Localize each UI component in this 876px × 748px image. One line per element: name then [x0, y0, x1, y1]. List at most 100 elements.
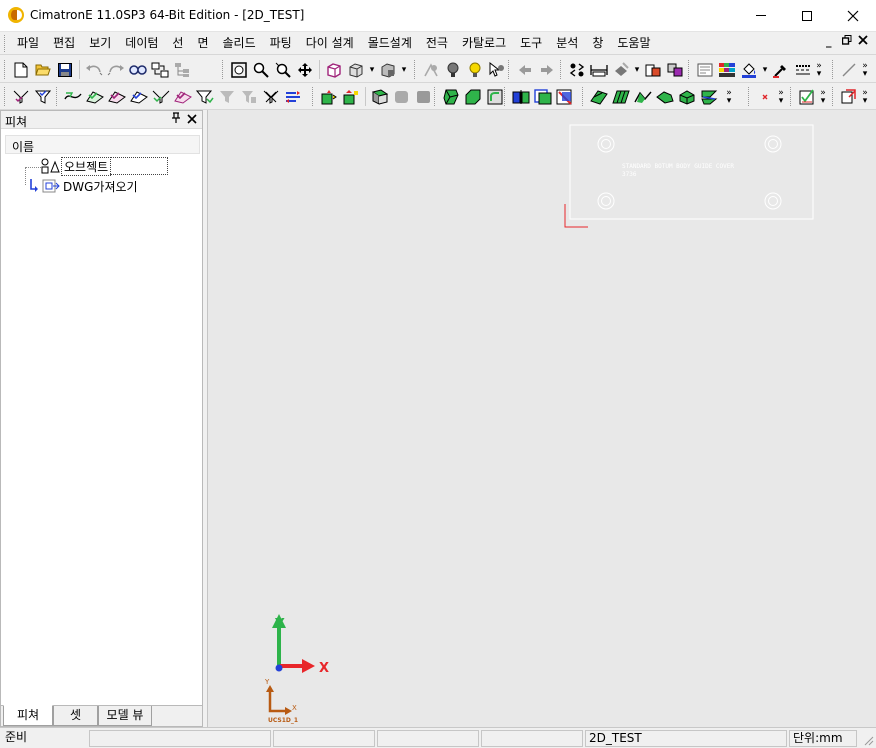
catalog-button[interactable]	[642, 59, 664, 81]
shell-button[interactable]	[391, 86, 413, 108]
properties-button[interactable]	[694, 59, 716, 81]
tree-item-dwg-import[interactable]: DWG가져오기	[29, 177, 140, 195]
tab-sets[interactable]: 셋	[53, 706, 98, 726]
export-button[interactable]	[838, 86, 860, 108]
hide-show-button[interactable]	[420, 59, 442, 81]
toolbar-overflow[interactable]: » ▾	[776, 88, 786, 105]
redo-button[interactable]	[105, 59, 127, 81]
parting-surface-button[interactable]	[588, 86, 610, 108]
tree-button[interactable]	[171, 59, 193, 81]
menu-die-design[interactable]: 다이 설계	[299, 32, 361, 55]
boolean-button[interactable]	[532, 86, 554, 108]
menu-grip[interactable]	[4, 35, 7, 52]
filter-active-button[interactable]	[172, 86, 194, 108]
tab-features[interactable]: 피쳐	[3, 705, 53, 726]
sweep-button[interactable]	[654, 86, 676, 108]
close-button[interactable]	[830, 0, 876, 31]
undo-button[interactable]	[83, 59, 105, 81]
menu-parting[interactable]: 파팅	[263, 32, 299, 55]
pan-button[interactable]	[294, 59, 316, 81]
open-file-button[interactable]	[32, 59, 54, 81]
find-button[interactable]	[127, 59, 149, 81]
toolbar-overflow[interactable]: » ▾	[860, 61, 870, 78]
dropdown-arrow[interactable]: ▾	[632, 65, 642, 74]
zoom-window-button[interactable]	[250, 59, 272, 81]
maximize-button[interactable]	[784, 0, 830, 31]
mdi-restore-button[interactable]	[842, 35, 852, 45]
boundary-button[interactable]	[676, 86, 698, 108]
filter-unlock-button[interactable]	[260, 86, 282, 108]
parting-split-button[interactable]	[698, 86, 720, 108]
draft-button[interactable]	[413, 86, 435, 108]
mdi-close-button[interactable]	[858, 35, 868, 45]
zoom-all-button[interactable]	[228, 59, 250, 81]
column-header-name[interactable]: 이름	[5, 135, 200, 154]
filter-disabled-1-button[interactable]	[216, 86, 238, 108]
split-button[interactable]	[510, 86, 532, 108]
panel-close-button[interactable]	[187, 111, 197, 124]
toolbar-overflow[interactable]: » ▾	[818, 88, 828, 105]
line-style-button[interactable]	[792, 59, 814, 81]
fillet-button[interactable]	[484, 86, 506, 108]
filter-points-button[interactable]	[128, 86, 150, 108]
back-button[interactable]	[514, 59, 536, 81]
ucs-marker[interactable]: Y X UCS1D_1	[264, 678, 298, 724]
new-file-button[interactable]	[10, 59, 32, 81]
toolbar-overflow[interactable]: » ▾	[814, 61, 824, 78]
pick-color-button[interactable]	[770, 59, 792, 81]
assembly-button[interactable]	[664, 59, 686, 81]
select-light-button[interactable]	[486, 59, 508, 81]
dropdown-arrow[interactable]: ▾	[399, 65, 409, 74]
menu-mold-design[interactable]: 몰드설계	[361, 32, 419, 55]
menu-datum[interactable]: 데이텀	[118, 32, 165, 55]
hole-top-left[interactable]	[597, 135, 615, 153]
tab-model-view[interactable]: 모델 뷰	[98, 706, 152, 726]
minimize-button[interactable]	[738, 0, 784, 31]
menu-window[interactable]: 창	[585, 32, 610, 55]
loft-button[interactable]	[632, 86, 654, 108]
menu-curve[interactable]: 선	[165, 32, 190, 55]
fill-color-button[interactable]	[738, 59, 760, 81]
save-button[interactable]	[54, 59, 76, 81]
hole-bottom-left[interactable]	[597, 192, 615, 210]
hole-top-right[interactable]	[764, 135, 782, 153]
pick-filter-button[interactable]	[10, 86, 32, 108]
filter-disabled-2-button[interactable]	[238, 86, 260, 108]
sketcher-button[interactable]	[838, 59, 860, 81]
menu-surface[interactable]: 면	[190, 32, 215, 55]
menu-electrode[interactable]: 전극	[419, 32, 455, 55]
forward-button[interactable]	[536, 59, 558, 81]
menu-edit[interactable]: 편집	[46, 32, 82, 55]
zoom-dynamic-button[interactable]	[272, 59, 294, 81]
filter-list-button[interactable]	[282, 86, 304, 108]
cut-solid-button[interactable]	[554, 86, 576, 108]
dropdown-arrow[interactable]: ▾	[760, 65, 770, 74]
light-bulb-on-button[interactable]	[464, 59, 486, 81]
ruled-surface-button[interactable]	[610, 86, 632, 108]
menu-analysis[interactable]: 분석	[549, 32, 585, 55]
draft-analysis-button[interactable]	[796, 86, 818, 108]
measure-button[interactable]	[588, 59, 610, 81]
menu-tools[interactable]: 도구	[513, 32, 549, 55]
filter-reset-button[interactable]	[32, 86, 54, 108]
blend-button[interactable]	[440, 86, 462, 108]
pin-icon[interactable]	[171, 112, 181, 124]
extrude-button[interactable]	[340, 86, 362, 108]
mdi-minimize-button[interactable]: _	[826, 35, 832, 48]
point-button[interactable]	[754, 86, 776, 108]
menu-view[interactable]: 보기	[82, 32, 118, 55]
tree-item-objects[interactable]: 오브젝트	[41, 156, 169, 176]
hole-bottom-right[interactable]	[764, 192, 782, 210]
graphics-viewport[interactable]: STANDARD BOTUM BODY GUIDE COVER 3736 Y X…	[207, 110, 876, 727]
filter-sets-button[interactable]	[150, 86, 172, 108]
color-palette-button[interactable]	[716, 59, 738, 81]
toolbar-overflow[interactable]: » ▾	[724, 88, 734, 105]
new-solid-button[interactable]	[318, 86, 340, 108]
filter-entity-button[interactable]	[194, 86, 216, 108]
parameters-button[interactable]	[149, 59, 171, 81]
resize-grip-icon[interactable]	[862, 734, 874, 746]
chamfer-button[interactable]	[462, 86, 484, 108]
menu-catalog[interactable]: 카탈로그	[455, 32, 513, 55]
light-bulb-button[interactable]	[442, 59, 464, 81]
filter-curves-button[interactable]	[62, 86, 84, 108]
